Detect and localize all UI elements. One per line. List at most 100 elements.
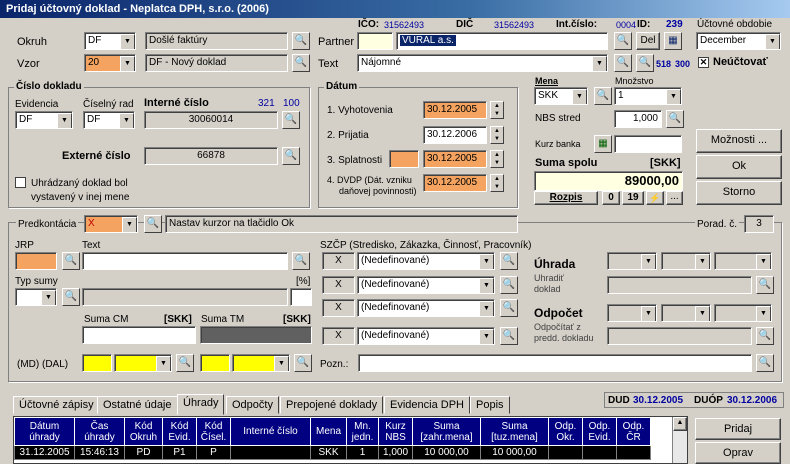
column-header[interactable]: Mn. jedn. — [346, 417, 379, 446]
column-header[interactable]: Suma [zahr.mena] — [412, 417, 481, 446]
search-icon[interactable]: 🔍 — [294, 354, 312, 372]
search-icon[interactable]: 🔍 — [756, 354, 774, 372]
datum-prijatia-field[interactable]: 30.12.2006 — [423, 126, 487, 144]
chevron-down-icon[interactable]: ▼ — [120, 34, 135, 49]
ciselny-rad-select[interactable]: DF ▼ — [83, 111, 135, 129]
column-header[interactable]: Čas úhrady — [74, 417, 125, 446]
del-button[interactable]: Del — [636, 32, 660, 50]
mena-select[interactable]: SKK ▼ — [534, 87, 588, 105]
kurz-field[interactable] — [614, 135, 682, 153]
moznosti-button[interactable]: Možnosti ... — [696, 129, 782, 153]
search-icon[interactable]: 🔍 — [594, 87, 612, 105]
search-icon[interactable]: 🔍 — [144, 215, 162, 233]
odpocet-select-3[interactable]: ▼ — [714, 304, 772, 322]
chevron-down-icon[interactable]: ▼ — [479, 254, 494, 269]
chevron-down-icon[interactable]: ▼ — [765, 34, 780, 49]
szcp-select-1[interactable]: (Nedefinované) ▼ — [357, 252, 495, 270]
search-icon[interactable]: 🔍 — [614, 54, 632, 72]
search-icon[interactable]: 🔍 — [500, 327, 518, 345]
uhrada-select-3[interactable]: ▼ — [714, 252, 772, 270]
neuctovat-checkbox[interactable]: ✕ — [698, 57, 709, 68]
search-icon[interactable]: 🔍 — [62, 288, 80, 306]
button-0[interactable]: 0 — [602, 191, 620, 205]
obdobie-select[interactable]: December ▼ — [696, 32, 781, 50]
chevron-down-icon[interactable]: ▼ — [479, 301, 494, 316]
column-header[interactable]: Suma [tuz.mena] — [480, 417, 549, 446]
calculator-icon[interactable]: ▦ — [594, 135, 612, 153]
chevron-down-icon[interactable]: ▼ — [156, 356, 171, 371]
odpocet-select-2[interactable]: ▼ — [661, 304, 711, 322]
tab-uctovne-zapisy[interactable]: Účtovné zápisy — [13, 396, 100, 414]
column-header[interactable]: Odp. Okr. — [548, 417, 583, 446]
tab-evidencia-dph[interactable]: Evidencia DPH — [384, 396, 470, 414]
column-header[interactable]: Odp. ČR — [616, 417, 651, 446]
search-icon[interactable]: 🔍 — [292, 252, 310, 270]
uhrady-table[interactable]: Dátum úhrady Čas úhrady Kód Okruh Kód Evid.… — [13, 416, 688, 464]
tab-uhrady[interactable]: Úhrady — [177, 394, 225, 415]
chevron-down-icon[interactable]: ▼ — [641, 306, 656, 321]
typ-sumy-select[interactable]: ▼ — [15, 288, 57, 306]
datum-splatnosti-field[interactable]: 30.12.2005 — [423, 150, 487, 168]
chevron-down-icon[interactable]: ▼ — [119, 113, 134, 128]
chevron-down-icon[interactable]: ▼ — [120, 56, 135, 71]
uhrada-select-1[interactable]: ▼ — [607, 252, 657, 270]
search-icon[interactable]: 🔍 — [282, 111, 300, 129]
chevron-down-icon[interactable]: ▼ — [695, 306, 710, 321]
column-header[interactable]: Mena — [310, 417, 347, 446]
search-icon[interactable]: 🔍 — [636, 54, 654, 72]
column-header[interactable]: Dátum úhrady — [14, 417, 75, 446]
search-icon[interactable]: 🔍 — [62, 252, 80, 270]
chevron-down-icon[interactable]: ▼ — [756, 306, 771, 321]
column-header[interactable]: Kurz NBS — [378, 417, 413, 446]
tab-prepojene-doklady[interactable]: Prepojené doklady — [280, 396, 384, 414]
chevron-down-icon[interactable]: ▼ — [756, 254, 771, 269]
mnozstvo-select[interactable]: 1 ▼ — [614, 87, 682, 105]
szcp-select-4[interactable]: (Nedefinované) ▼ — [357, 327, 495, 345]
chevron-down-icon[interactable]: ▼ — [641, 254, 656, 269]
jrp-field[interactable] — [15, 252, 57, 270]
externe-cislo-field[interactable]: 66878 — [144, 147, 278, 165]
search-icon[interactable]: 🔍 — [614, 32, 632, 50]
chevron-down-icon[interactable]: ▼ — [666, 89, 681, 104]
pridaj-button[interactable]: Pridaj — [695, 418, 781, 440]
ok-button[interactable]: Ok — [696, 155, 782, 179]
text-lower-field[interactable] — [82, 252, 288, 270]
odpocet-select-1[interactable]: ▼ — [607, 304, 657, 322]
tab-odpocty[interactable]: Odpočty — [226, 396, 279, 414]
splatnost-days-field[interactable] — [389, 150, 419, 168]
nbs-field[interactable]: 1,000 — [614, 110, 662, 128]
suma-spolu-field[interactable]: 89000,00 — [534, 171, 683, 191]
column-header[interactable]: Kód Čísel. — [196, 417, 231, 446]
column-header[interactable]: Odp. Evid. — [582, 417, 617, 446]
search-icon[interactable]: 🔍 — [292, 54, 310, 72]
search-icon[interactable]: 🔍 — [756, 327, 774, 345]
pct-field[interactable] — [290, 288, 312, 306]
szcp-select-2[interactable]: (Nedefinované) ▼ — [357, 276, 495, 294]
chevron-down-icon[interactable]: ▼ — [122, 217, 137, 232]
spin-icon[interactable]: ▲ ▼ — [490, 126, 504, 144]
edit-icon[interactable]: ▦ — [664, 32, 682, 50]
vzor-select[interactable]: 20 ▼ — [84, 54, 136, 72]
search-icon[interactable]: 🔍 — [666, 110, 684, 128]
chevron-down-icon[interactable]: ▼ — [57, 113, 72, 128]
datum-dvdp-field[interactable]: 30.12.2005 — [423, 174, 487, 192]
column-header[interactable]: Interné číslo — [230, 417, 311, 446]
okruh-select[interactable]: DF ▼ — [84, 32, 136, 50]
md-field[interactable] — [82, 354, 112, 372]
dal-field[interactable] — [200, 354, 230, 372]
chevron-down-icon[interactable]: ▼ — [592, 56, 607, 71]
datum-vyhotovenia-field[interactable]: 30.12.2005 — [423, 101, 487, 119]
table-row[interactable]: 31.12.2005 15:46:13 PD P1 P SKK 1 1,000 10 000,0… — [14, 445, 651, 460]
rozpis-button[interactable]: Rozpis — [534, 191, 598, 205]
search-icon[interactable]: 🔍 — [292, 32, 310, 50]
spin-icon[interactable]: ▲ ▼ — [490, 174, 504, 192]
suma-cm-field[interactable] — [82, 326, 196, 344]
szcp-select-3[interactable]: (Nedefinované) ▼ — [357, 299, 495, 317]
oprav-button[interactable]: Oprav — [695, 442, 781, 464]
partner-code-field[interactable] — [357, 32, 393, 50]
storno-button[interactable]: Storno — [696, 181, 782, 205]
chevron-down-icon[interactable]: ▼ — [695, 254, 710, 269]
search-icon[interactable]: 🔍 — [500, 276, 518, 294]
chevron-down-icon[interactable]: ▼ — [479, 278, 494, 293]
evidencia-select[interactable]: DF ▼ — [15, 111, 73, 129]
